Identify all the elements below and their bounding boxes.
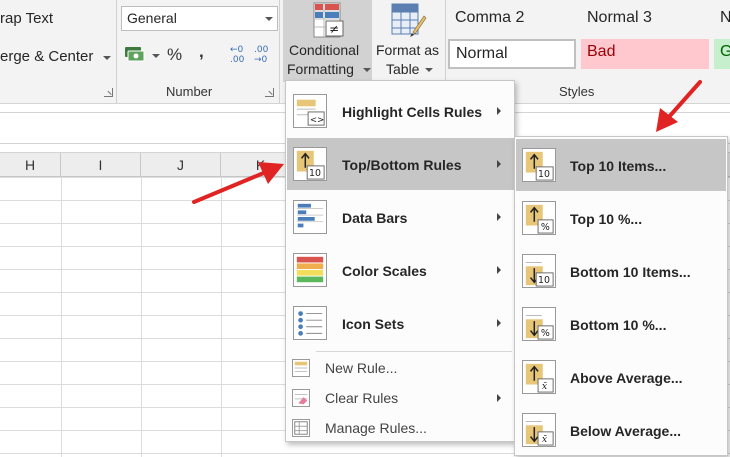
arrow-icon bbox=[656, 80, 702, 132]
arrow-icon bbox=[192, 162, 284, 204]
annotation-arrows bbox=[192, 80, 702, 204]
